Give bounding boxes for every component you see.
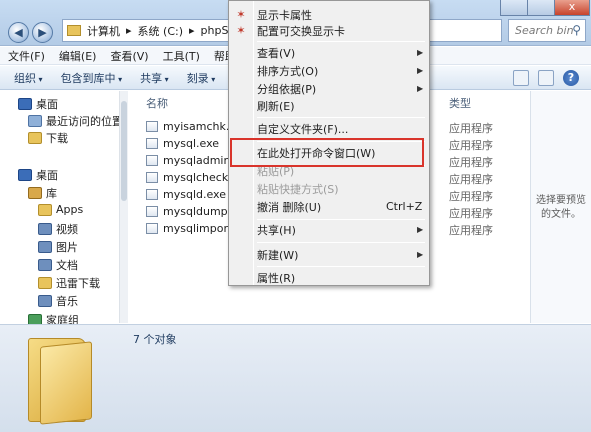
music-icon	[38, 295, 52, 307]
menu-item-share[interactable]: 共享(H)	[257, 221, 296, 239]
close-button[interactable]: x	[554, 0, 590, 16]
exe-file-icon	[146, 120, 158, 132]
file-type: 应用程序	[449, 190, 493, 203]
column-header-type[interactable]: 类型	[449, 95, 471, 111]
submenu-arrow-icon: ▶	[417, 48, 424, 57]
submenu-arrow-icon: ▶	[417, 84, 424, 93]
forward-button[interactable]: ▶	[32, 22, 53, 43]
exe-file-icon	[146, 222, 158, 234]
column-header-name[interactable]: 名称	[146, 95, 168, 111]
menu-item-customize-folder[interactable]: 自定义文件夹(F)...	[257, 120, 348, 138]
nav-library-pictures[interactable]: 图片	[38, 239, 78, 255]
minimize-button[interactable]	[500, 0, 528, 16]
item-count: 7 个对象	[133, 333, 177, 346]
file-type: 应用程序	[449, 139, 493, 152]
maximize-button[interactable]	[527, 0, 555, 16]
picture-icon	[38, 241, 52, 253]
scroll-thumb[interactable]	[121, 101, 127, 201]
submenu-arrow-icon: ▶	[417, 250, 424, 259]
file-type: 应用程序	[449, 173, 493, 186]
menu-tools[interactable]: 工具(T)	[163, 48, 200, 64]
exe-file-icon	[146, 205, 158, 217]
file-type: 应用程序	[449, 207, 493, 220]
file-row[interactable]: mysqld.exe	[146, 186, 226, 202]
folder-icon	[67, 25, 81, 36]
nav-favorite-recent[interactable]: 最近访问的位置	[28, 113, 123, 129]
menu-item-undo-delete[interactable]: 撤消 删除(U)	[257, 198, 321, 216]
folder-icon	[28, 330, 92, 425]
nav-favorite-desktop[interactable]: 桌面	[18, 96, 58, 112]
file-type: 应用程序	[449, 224, 493, 237]
graphics-icon: ✶	[236, 24, 246, 37]
exe-file-icon	[146, 188, 158, 200]
view-options-icon[interactable]	[513, 70, 529, 86]
menu-item-sort[interactable]: 排序方式(O)	[257, 62, 318, 80]
search-placeholder: Search bin	[515, 24, 574, 37]
menu-view[interactable]: 查看(V)	[110, 48, 148, 64]
video-icon	[38, 223, 52, 235]
nav-scrollbar[interactable]	[119, 91, 128, 323]
folder-icon	[38, 203, 52, 216]
exe-file-icon	[146, 137, 158, 149]
menu-item-switchable-graphics[interactable]: 配置可交换显示卡	[257, 22, 345, 40]
nav-library-videos[interactable]: 视频	[38, 221, 78, 237]
graphics-icon: ✶	[236, 8, 246, 21]
menu-item-properties[interactable]: 属性(R)	[257, 269, 295, 287]
file-type: 应用程序	[449, 122, 493, 135]
arrow-left-icon: ◀	[14, 26, 23, 39]
submenu-arrow-icon: ▶	[417, 225, 424, 234]
burn-button[interactable]: 刻录	[187, 70, 216, 86]
help-icon[interactable]: ?	[563, 70, 579, 86]
highlight-annotation	[230, 138, 424, 167]
desktop-icon	[18, 169, 32, 181]
nav-desktop[interactable]: 桌面	[18, 167, 58, 183]
search-icon[interactable]: ⚲	[572, 23, 581, 37]
nav-favorite-downloads[interactable]: 下载	[28, 130, 68, 146]
download-folder-icon	[38, 277, 52, 289]
downloads-icon	[28, 132, 42, 144]
submenu-arrow-icon: ▶	[417, 66, 424, 75]
nav-library-apps[interactable]: Apps	[38, 203, 83, 216]
back-button[interactable]: ◀	[8, 22, 29, 43]
nav-library-documents[interactable]: 文档	[38, 257, 78, 273]
include-in-library-button[interactable]: 包含到库中	[61, 70, 123, 86]
share-button[interactable]: 共享	[140, 70, 169, 86]
recent-places-icon	[28, 115, 42, 127]
breadcrumb-separator: ▸	[126, 24, 132, 37]
menu-item-view[interactable]: 查看(V)	[257, 44, 295, 62]
arrow-right-icon: ▶	[38, 26, 47, 39]
search-input[interactable]: Search bin ⚲	[508, 19, 586, 42]
nav-library-music[interactable]: 音乐	[38, 293, 78, 309]
preview-message: 选择要预览的文件。	[536, 195, 586, 220]
menu-item-paste-shortcut[interactable]: 粘贴快捷方式(S)	[257, 180, 339, 198]
breadcrumb-computer[interactable]: 计算机	[87, 23, 120, 39]
organize-button[interactable]: 组织	[14, 70, 43, 86]
library-icon	[28, 187, 42, 199]
nav-library[interactable]: 库	[28, 185, 57, 201]
file-type: 应用程序	[449, 156, 493, 169]
breadcrumb-drive[interactable]: 系统 (C:)	[138, 23, 183, 39]
desktop-icon	[18, 98, 32, 110]
exe-file-icon	[146, 171, 158, 183]
menu-item-refresh[interactable]: 刷新(E)	[257, 97, 295, 115]
exe-file-icon	[146, 154, 158, 166]
nav-library-thunder[interactable]: 迅雷下载	[38, 275, 100, 291]
preview-pane-icon[interactable]	[538, 70, 554, 86]
menu-edit[interactable]: 编辑(E)	[59, 48, 97, 64]
undo-shortcut: Ctrl+Z	[386, 200, 423, 213]
menu-file[interactable]: 文件(F)	[8, 48, 45, 64]
menu-item-group[interactable]: 分组依据(P)	[257, 80, 316, 98]
menu-item-new[interactable]: 新建(W)	[257, 246, 298, 264]
breadcrumb-separator: ▸	[189, 24, 195, 37]
file-row[interactable]: mysql.exe	[146, 135, 219, 151]
document-icon	[38, 259, 52, 271]
